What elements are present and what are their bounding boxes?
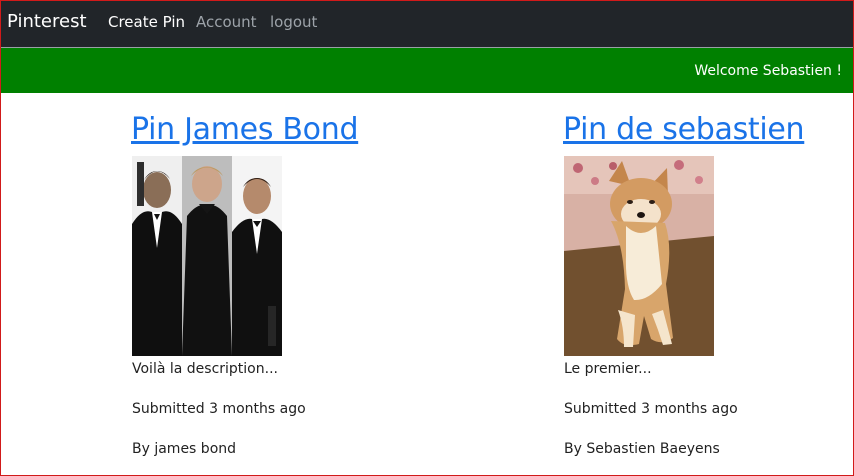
page-frame: Pinterest Create Pin Account logout Welc… [0, 0, 854, 476]
logout-link[interactable]: logout [270, 12, 317, 32]
shiba-dog-photo [564, 156, 714, 356]
top-navbar: Pinterest Create Pin Account logout [1, 1, 853, 48]
pin-image-james-bond[interactable] [132, 156, 282, 356]
welcome-banner: Welcome Sebastien ! [1, 48, 853, 93]
james-bond-photo [132, 156, 282, 356]
pin-submitted-time: Submitted 3 months ago [564, 401, 738, 417]
create-pin-link[interactable]: Create Pin [108, 12, 185, 32]
pin-card-sebastien: Pin de sebastien Le premier... Submitted… [563, 109, 805, 457]
pin-title-link[interactable]: Pin de sebastien [563, 109, 805, 151]
brand-logo-text[interactable]: Pinterest [7, 11, 87, 33]
pin-author: By Sebastien Baeyens [564, 441, 720, 457]
welcome-message: Welcome Sebastien ! [694, 63, 842, 79]
pin-card-james-bond: Pin James Bond Voilà la description... S… [131, 109, 358, 457]
pin-description: Voilà la description... [132, 361, 278, 377]
pin-submitted-time: Submitted 3 months ago [132, 401, 306, 417]
pin-description: Le premier... [564, 361, 652, 377]
account-link[interactable]: Account [196, 12, 257, 32]
pin-title-link[interactable]: Pin James Bond [131, 109, 358, 151]
pin-image-sebastien[interactable] [564, 156, 714, 356]
pin-author: By james bond [132, 441, 237, 457]
